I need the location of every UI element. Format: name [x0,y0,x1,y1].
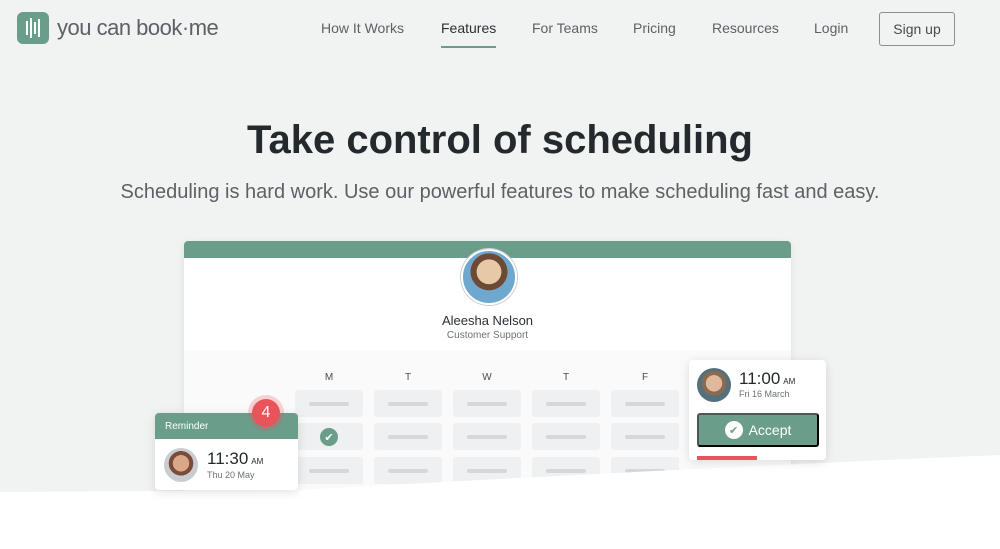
booking-ampm: AM [783,377,796,386]
day-label: T [562,372,570,383]
time-slot[interactable] [611,457,679,484]
time-slot[interactable]: ✔ [295,423,363,450]
logo-icon [17,12,49,44]
notification-badge: 4 [252,399,280,427]
time-slot[interactable] [374,457,442,484]
signup-button[interactable]: Sign up [879,12,955,46]
time-slot[interactable] [532,457,600,484]
nav-pricing[interactable]: Pricing [633,20,676,36]
hero-subtitle: Scheduling is hard work. Use our powerfu… [120,181,880,203]
hero-title: Take control of scheduling [247,118,753,162]
booking-time: 11:00 [739,369,781,388]
profile-avatar [461,249,517,305]
time-slot[interactable] [532,423,600,450]
requester-avatar [697,368,731,402]
logo[interactable]: you can book·me [17,12,219,44]
reminder-time: 11:30 [207,449,249,468]
reminder-date: Thu 20 May [207,470,255,480]
time-slot[interactable] [532,390,600,417]
reminder-card: Reminder 11:30 AM Thu 20 May [155,413,298,490]
time-slot[interactable] [295,390,363,417]
decline-button-edge [697,456,757,460]
day-label: W [482,372,492,383]
time-slot[interactable] [374,390,442,417]
logo-text: you can book·me [57,15,219,40]
time-slot[interactable] [374,423,442,450]
nav-resources[interactable]: Resources [712,20,779,36]
nav-features[interactable]: Features [441,20,497,48]
nav-how-it-works[interactable]: How It Works [321,20,404,36]
time-slot[interactable] [611,390,679,417]
day-label: M [324,372,334,383]
nav-login[interactable]: Login [814,20,848,36]
check-icon: ✔ [724,421,743,439]
time-slot[interactable] [453,457,521,484]
time-slot[interactable] [453,390,521,417]
check-icon: ✔ [320,428,338,446]
nav-for-teams[interactable]: For Teams [532,20,598,36]
reminder-avatar [164,448,198,482]
profile-role: Customer Support [446,330,529,341]
top-nav: you can book·me How It Works Features Fo… [0,0,1000,56]
reminder-ampm: AM [251,457,264,466]
time-slot[interactable] [611,423,679,450]
time-slot[interactable] [453,423,521,450]
day-label: F [641,372,649,383]
day-label: T [404,372,412,383]
time-slot[interactable] [295,457,363,484]
booking-date: Fri 16 March [739,389,790,399]
accept-button[interactable]: ✔ Accept [697,413,819,447]
profile-name: Aleesha Nelson [441,313,534,328]
booking-request-card: 11:00 AM Fri 16 March ✔ Accept [689,360,826,460]
accept-label: Accept [748,422,792,438]
